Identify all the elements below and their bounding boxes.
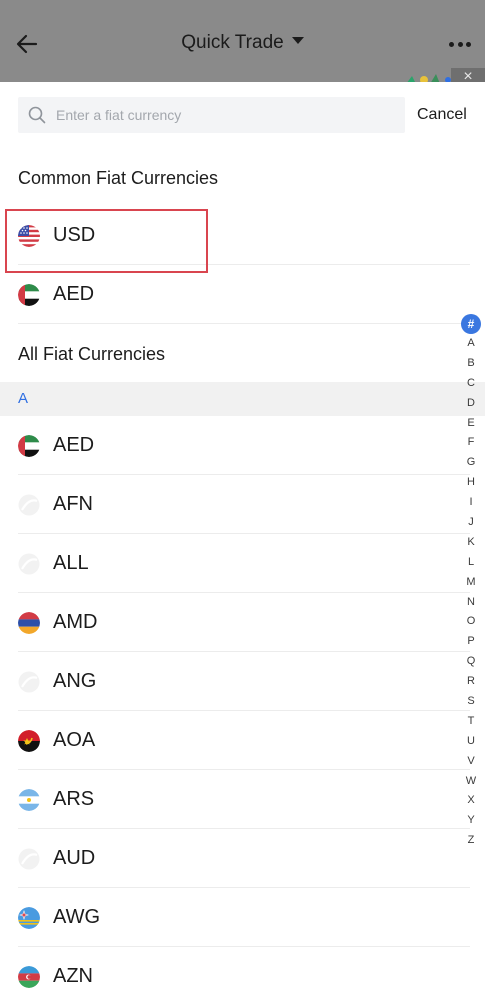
- index-letter-r[interactable]: R: [461, 672, 481, 692]
- uae-flag-icon: [18, 284, 40, 306]
- currency-row-aud[interactable]: AUD: [18, 829, 470, 888]
- currency-code: AWG: [53, 906, 101, 928]
- currency-row-amd[interactable]: AMD: [18, 593, 470, 652]
- index-letter-v[interactable]: V: [461, 752, 481, 772]
- argentina-flag-icon: [18, 789, 40, 811]
- section-letter: A: [18, 390, 29, 407]
- azerbaijan-flag-icon: [18, 966, 40, 988]
- currency-row-ang[interactable]: ANG: [18, 652, 470, 711]
- placeholder-flag-icon: [18, 494, 40, 516]
- index-hash[interactable]: #: [461, 314, 481, 334]
- index-letter-n[interactable]: N: [461, 593, 481, 613]
- currency-row-azn[interactable]: AZN: [18, 947, 470, 997]
- index-letter-t[interactable]: T: [461, 712, 481, 732]
- index-letter-e[interactable]: E: [461, 414, 481, 434]
- section-letter-header: A: [0, 382, 485, 416]
- currency-row-afn[interactable]: AFN: [18, 475, 470, 534]
- more-options-icon[interactable]: [449, 42, 471, 47]
- index-letter-l[interactable]: L: [461, 553, 481, 573]
- all-currencies-title: All Fiat Currencies: [18, 344, 166, 364]
- index-letter-a[interactable]: A: [461, 334, 481, 354]
- angola-flag-icon: [18, 730, 40, 752]
- index-letter-x[interactable]: X: [461, 791, 481, 811]
- placeholder-flag-icon: [18, 848, 40, 870]
- currency-row-awg[interactable]: AWG: [18, 888, 470, 947]
- index-letter-h[interactable]: H: [461, 473, 481, 493]
- currency-row-ars[interactable]: ARS: [18, 770, 470, 829]
- currency-code: AFN: [53, 493, 93, 515]
- placeholder-flag-icon: [18, 671, 40, 693]
- index-letter-c[interactable]: C: [461, 374, 481, 394]
- search-row: Cancel: [18, 97, 478, 133]
- currency-code: AZN: [53, 965, 93, 987]
- currency-code: AUD: [53, 847, 96, 869]
- index-letter-g[interactable]: G: [461, 453, 481, 473]
- search-input[interactable]: [56, 97, 396, 133]
- index-letter-k[interactable]: K: [461, 533, 481, 553]
- armenia-flag-icon: [18, 612, 40, 634]
- index-letter-o[interactable]: O: [461, 612, 481, 632]
- common-currencies-title: Common Fiat Currencies: [18, 168, 219, 188]
- search-field[interactable]: [18, 97, 405, 133]
- placeholder-flag-icon: [18, 553, 40, 575]
- page-title-dropdown[interactable]: Quick Trade: [0, 32, 485, 54]
- index-letter-m[interactable]: M: [461, 573, 481, 593]
- alphabet-index[interactable]: # A B C D E F G H I J K L M N O P Q R S …: [461, 314, 481, 851]
- currency-row-all[interactable]: ALL: [18, 534, 470, 593]
- index-letter-s[interactable]: S: [461, 692, 481, 712]
- index-letter-i[interactable]: I: [461, 493, 481, 513]
- index-letter-q[interactable]: Q: [461, 652, 481, 672]
- currency-picker-sheet: Cancel Common Fiat Currencies US D: [0, 82, 485, 997]
- highlight-box: [5, 209, 208, 273]
- index-letter-b[interactable]: B: [461, 354, 481, 374]
- aruba-flag-icon: [18, 907, 40, 929]
- caret-down-icon: [291, 37, 304, 45]
- uae-flag-icon: [18, 435, 40, 457]
- index-letter-y[interactable]: Y: [461, 811, 481, 831]
- index-letter-p[interactable]: P: [461, 632, 481, 652]
- index-letter-w[interactable]: W: [461, 772, 481, 792]
- search-icon: [28, 106, 46, 124]
- index-letter-z[interactable]: Z: [461, 831, 481, 851]
- currency-row-aoa[interactable]: AOA: [18, 711, 470, 770]
- currency-code: AMD: [53, 611, 98, 633]
- app-header: Quick Trade: [0, 0, 485, 82]
- currency-code: ARS: [53, 788, 95, 810]
- index-letter-j[interactable]: J: [461, 513, 481, 533]
- currency-code: AED: [53, 283, 95, 305]
- currency-code: ALL: [53, 552, 89, 574]
- index-letter-u[interactable]: U: [461, 732, 481, 752]
- index-letter-d[interactable]: D: [461, 394, 481, 414]
- currency-row-aed[interactable]: AED: [18, 416, 470, 475]
- index-letter-f[interactable]: F: [461, 433, 481, 453]
- currency-row-aed-common[interactable]: AED: [18, 265, 470, 324]
- currency-code: ANG: [53, 670, 97, 692]
- page-title: Quick Trade: [181, 32, 284, 53]
- cancel-button[interactable]: Cancel: [417, 97, 467, 133]
- currency-code: AED: [53, 434, 95, 456]
- currency-code: AOA: [53, 729, 96, 751]
